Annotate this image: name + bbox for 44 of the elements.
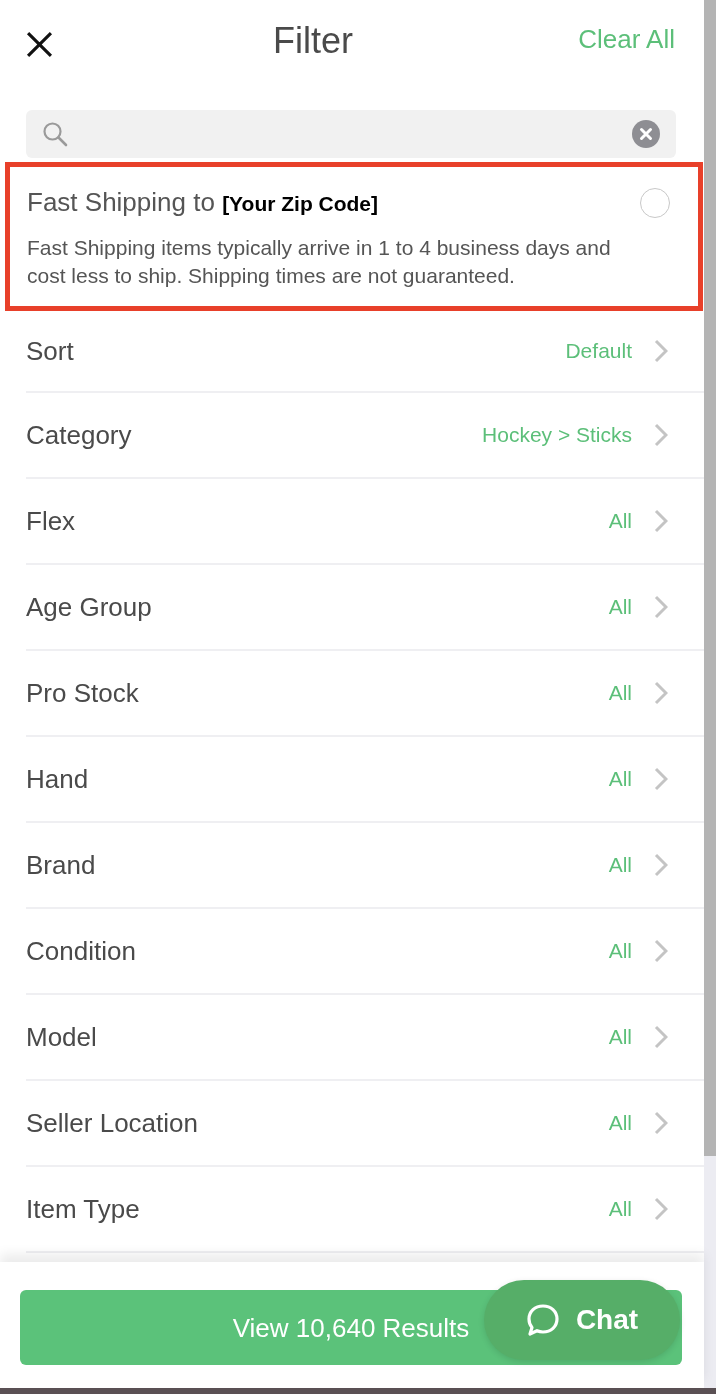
chevron-right-icon [654,939,668,963]
fast-shipping-label: Fast Shipping to [Your Zip Code] [27,186,379,219]
filter-value[interactable]: All [608,1109,632,1137]
search-icon [42,121,68,147]
search-field[interactable] [26,110,676,158]
chevron-right-icon [654,681,668,705]
filter-label[interactable]: Seller Location [26,1107,198,1139]
clear-search-icon[interactable] [632,120,660,148]
filter-value[interactable]: All [608,679,632,707]
chevron-right-icon [654,339,668,363]
chevron-right-icon [654,767,668,791]
speech-bubble-icon [525,1303,560,1337]
chevron-right-icon [654,595,668,619]
filter-label[interactable]: Brand [26,849,96,881]
close-icon[interactable] [26,31,53,58]
clear-all-button[interactable]: Clear All [578,22,675,56]
fast-shipping-description: Fast Shipping items typically arrive in 1 to 4 business days and cost less to ship. Shipping times are not guaranteed. [27,235,612,289]
filter-value[interactable]: All [608,851,632,879]
filter-label[interactable]: Model [26,1021,97,1053]
chevron-right-icon [654,1111,668,1135]
chat-widget-overlay[interactable]: Chat [484,1280,680,1360]
filter-label[interactable]: Condition [26,935,136,967]
dialog-title: Filter [273,21,353,61]
filter-label[interactable]: Sort [26,335,74,367]
filter-label[interactable]: Item Type [26,1193,140,1225]
chevron-right-icon [654,423,668,447]
filter-label[interactable]: Flex [26,505,76,537]
filter-value[interactable]: All [608,1195,632,1223]
filter-value[interactable]: All [608,593,632,621]
chevron-right-icon [654,1197,668,1221]
filter-value[interactable]: All [608,937,632,965]
filter-label[interactable]: Category [26,419,132,451]
filter-value[interactable]: Hockey > Sticks [482,421,632,449]
scrollbar-thumb[interactable] [704,0,716,1156]
chevron-right-icon [654,1025,668,1049]
filter-label[interactable]: Hand [26,763,89,795]
chevron-right-icon [654,509,668,533]
filter-label[interactable]: Pro Stock [26,677,139,709]
filter-value[interactable]: All [608,507,632,535]
filter-value[interactable]: All [608,765,632,793]
filter-value[interactable]: All [608,1023,632,1051]
filter-label[interactable]: Age Group [26,591,152,623]
filter-value[interactable]: Default [565,337,632,365]
chevron-right-icon [654,853,668,877]
